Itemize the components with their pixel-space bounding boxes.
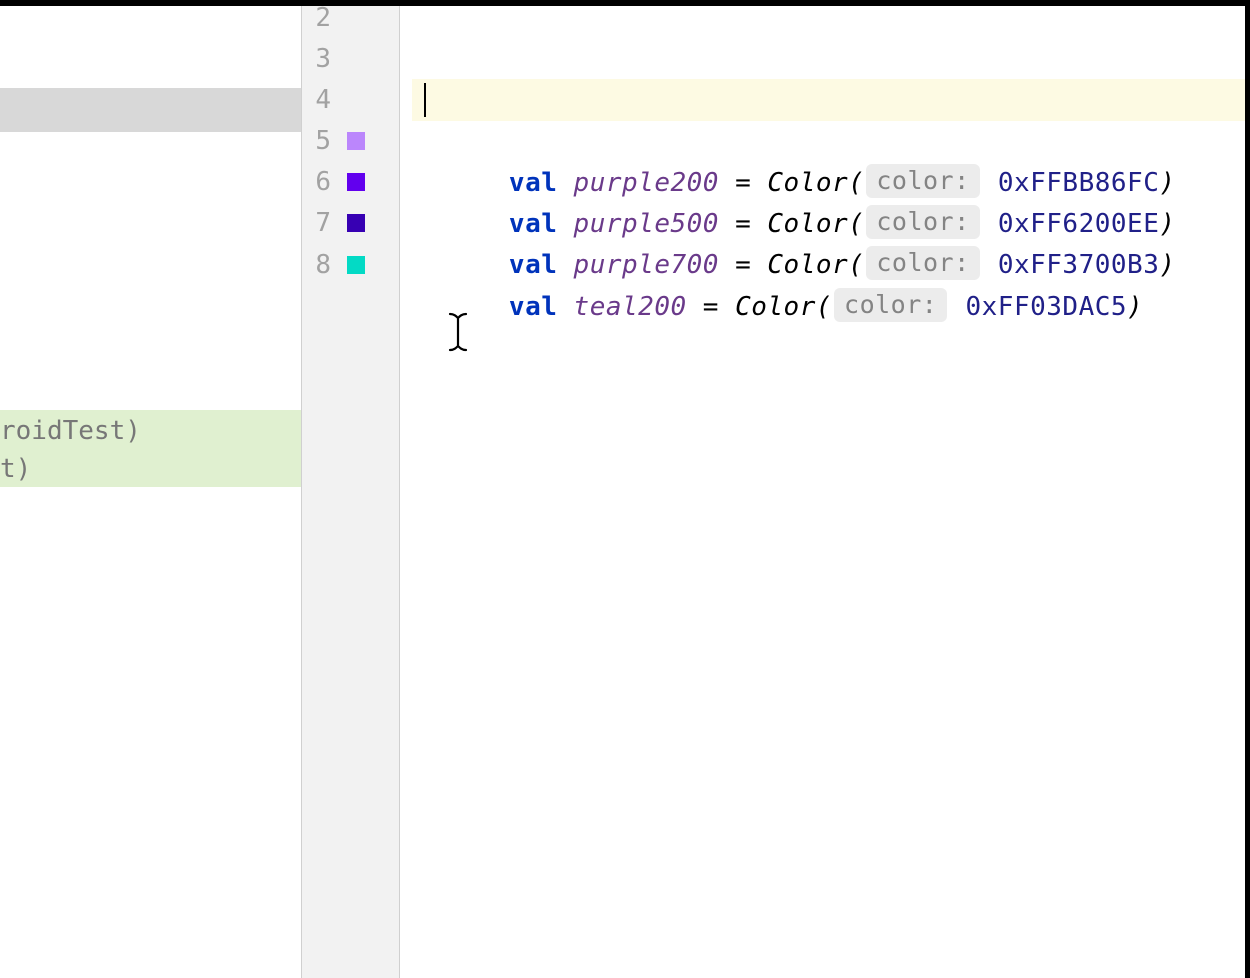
hex-value: 0xFF03DAC5 <box>966 292 1128 322</box>
line-number-5[interactable]: 5 <box>301 120 331 162</box>
project-panel[interactable]: roidTest) t) <box>0 6 302 978</box>
code-line-4-active[interactable] <box>412 79 1245 121</box>
color-swatch-purple200[interactable] <box>347 132 365 150</box>
project-selection-bar <box>0 88 301 132</box>
type-color: Color <box>735 292 816 322</box>
color-swatch-purple500[interactable] <box>347 173 365 191</box>
project-item-1[interactable]: roidTest) <box>0 416 141 446</box>
text-caret <box>424 83 426 117</box>
color-swatch-teal200[interactable] <box>347 256 365 274</box>
code-line-8[interactable]: val teal200 = Color(color: 0xFF03DAC5) <box>412 244 1245 286</box>
project-item-2[interactable]: t) <box>0 454 31 484</box>
line-number-8[interactable]: 8 <box>301 244 331 286</box>
color-swatch-purple700[interactable] <box>347 214 365 232</box>
code-line-5[interactable]: val purple200 = Color(color: 0xFFBB86FC) <box>412 120 1245 162</box>
code-line-6[interactable]: val purple500 = Color(color: 0xFF6200EE) <box>412 161 1245 203</box>
line-number-4[interactable]: 4 <box>301 79 331 121</box>
code-line-2[interactable] <box>412 0 1245 39</box>
line-number-3[interactable]: 3 <box>301 38 331 80</box>
code-line-3[interactable]: import androidx.compose.ui.graphics.Colo… <box>412 38 1245 80</box>
line-number-6[interactable]: 6 <box>301 161 331 203</box>
editor-gutter[interactable]: 2 3 4 5 6 7 8 <box>302 6 400 978</box>
var-teal200: teal200 <box>574 292 687 322</box>
keyword-val: val <box>509 292 557 322</box>
code-editor[interactable]: import androidx.compose.ui.graphics.Colo… <box>400 6 1250 978</box>
code-line-7[interactable]: val purple700 = Color(color: 0xFF3700B3) <box>412 202 1245 244</box>
param-hint: color: <box>834 288 947 322</box>
project-highlighted-items[interactable]: roidTest) t) <box>0 410 301 487</box>
line-number-2[interactable]: 2 <box>301 0 331 39</box>
line-number-7[interactable]: 7 <box>301 202 331 244</box>
editor-container: roidTest) t) 2 3 4 5 6 7 8 import androi… <box>0 0 1250 978</box>
text-cursor-icon <box>448 312 468 362</box>
